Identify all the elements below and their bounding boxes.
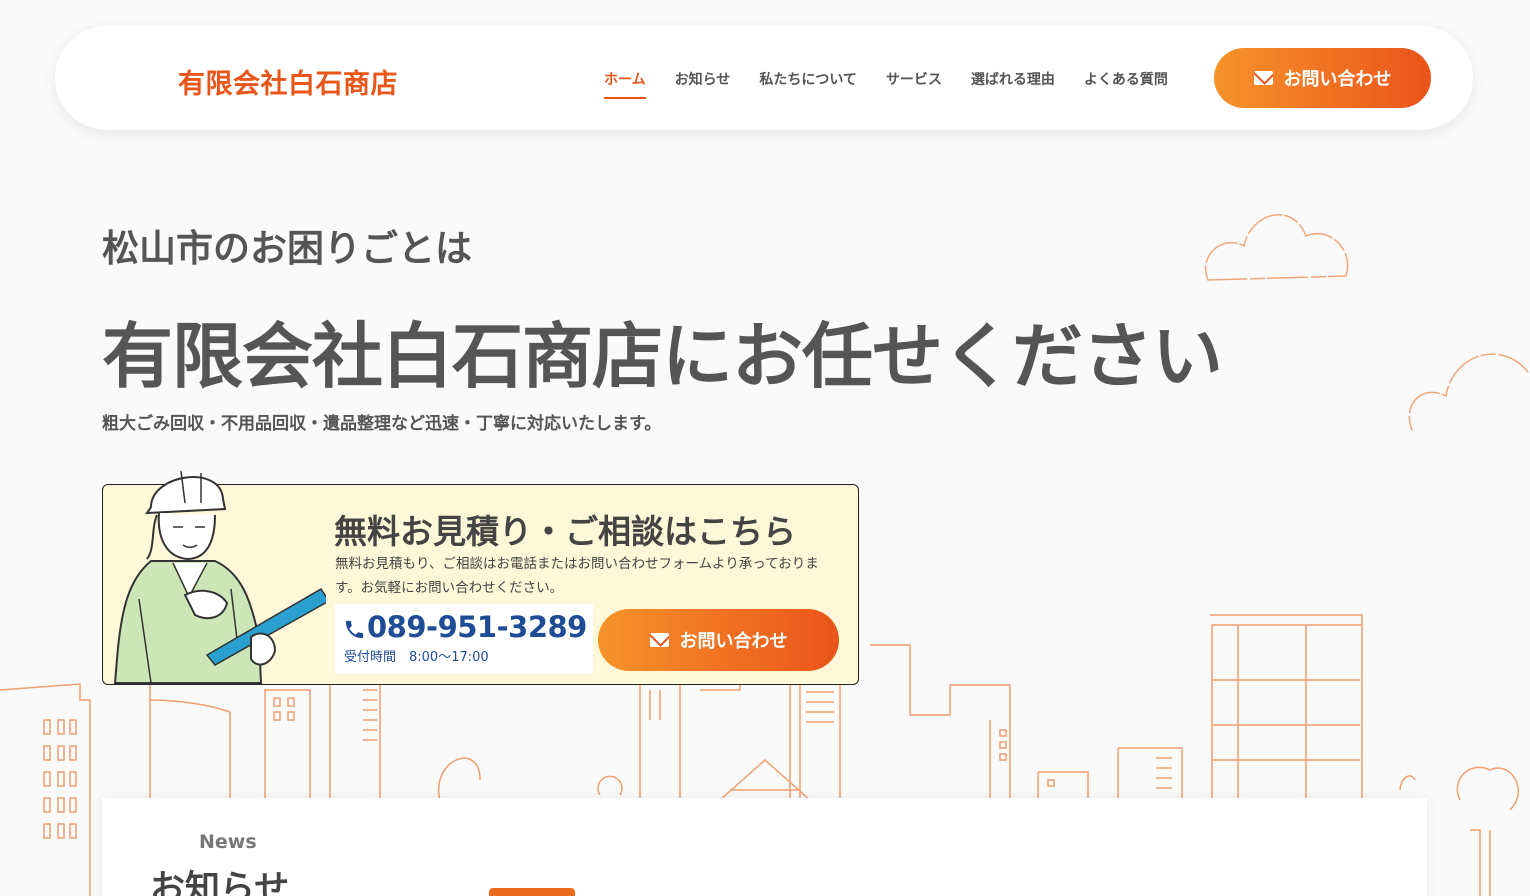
phone-icon xyxy=(345,620,364,639)
news-heading: お知らせ xyxy=(150,869,290,896)
header-contact-button[interactable]: お問い合わせ xyxy=(1214,48,1431,108)
phone-number[interactable]: 089-951-3289 xyxy=(367,610,587,644)
site-header: 有限会社白石商店 ホーム お知らせ 私たちについて サービス 選ばれる理由 よく… xyxy=(55,26,1473,130)
nav-item-reasons[interactable]: 選ばれる理由 xyxy=(971,69,1055,89)
hero-lead: 松山市のお困りごとは xyxy=(102,227,472,270)
nav-item-services[interactable]: サービス xyxy=(886,69,942,89)
main-nav: ホーム お知らせ 私たちについて サービス 選ばれる理由 よくある質問 xyxy=(604,69,1197,99)
nav-item-news[interactable]: お知らせ xyxy=(675,69,731,89)
mail-icon xyxy=(1253,71,1273,85)
nav-item-faq[interactable]: よくある質問 xyxy=(1084,69,1168,89)
site-logo[interactable]: 有限会社白石商店 xyxy=(178,62,398,101)
mail-icon xyxy=(649,633,669,647)
nav-item-about[interactable]: 私たちについて xyxy=(759,69,857,89)
phone-box: 089-951-3289 受付時間 8:00〜17:00 xyxy=(335,604,593,674)
hero-subtitle: 粗大ごみ回収・不用品回収・遺品整理など迅速・丁寧に対応いたします。 xyxy=(102,414,662,434)
estimate-cta-box: 無料お見積り・ご相談はこちら 無料お見積もり、ご相談はお電話またはお問い合わせフ… xyxy=(102,470,859,685)
worker-illustration xyxy=(113,470,326,684)
nav-item-home[interactable]: ホーム xyxy=(604,69,646,99)
cta-contact-button[interactable]: お問い合わせ xyxy=(598,609,839,671)
cityscape-background-illustration xyxy=(0,214,1529,896)
news-section: News お知らせ xyxy=(102,798,1427,896)
hero-title: 有限会社白石商店にお任せください xyxy=(102,315,1223,398)
cta-title: 無料お見積り・ご相談はこちら xyxy=(334,512,796,551)
news-label-en: News xyxy=(199,831,257,853)
phone-hours: 受付時間 8:00〜17:00 xyxy=(344,650,489,665)
news-category-tab[interactable] xyxy=(489,888,575,896)
cta-description: 無料お見積もり、ご相談はお電話またはお問い合わせフォームより承っております。お気… xyxy=(335,556,819,596)
header-contact-label: お問い合わせ xyxy=(1283,69,1392,90)
cta-contact-label: お問い合わせ xyxy=(679,631,788,652)
